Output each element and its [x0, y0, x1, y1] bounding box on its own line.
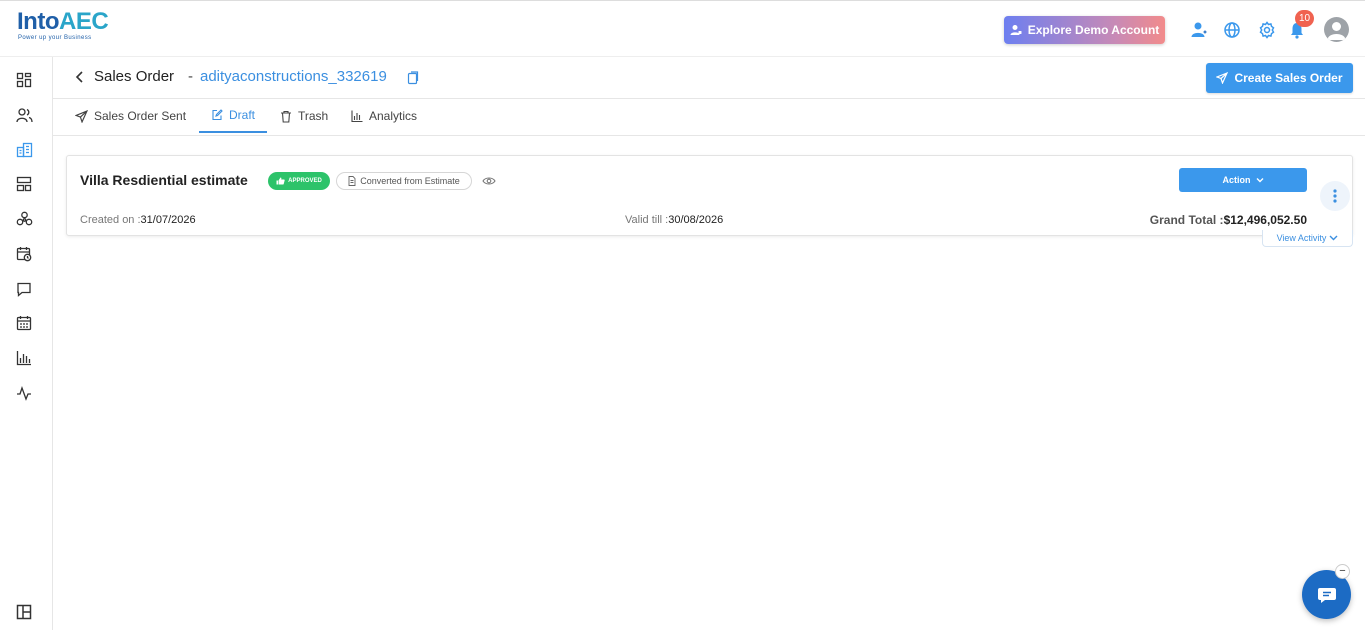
title-separator: - — [188, 68, 193, 85]
tab-label: Trash — [298, 109, 329, 123]
calendar-icon[interactable] — [14, 313, 34, 333]
top-bar: IntoAEC Power up your Business Explore D… — [0, 0, 1365, 57]
chat-minimize-button[interactable]: − — [1335, 564, 1350, 579]
logo-tagline: Power up your Business — [18, 35, 92, 41]
gear-icon[interactable] — [1257, 20, 1277, 40]
action-button[interactable]: Action — [1179, 168, 1307, 192]
avatar[interactable] — [1324, 17, 1349, 42]
chat-bubble-icon — [1317, 587, 1336, 603]
calendar-clock-icon[interactable] — [14, 244, 34, 264]
buildings-icon[interactable] — [14, 140, 34, 160]
status-badge-label: APPROVED — [288, 178, 322, 184]
valid-till: Valid till :30/08/2026 — [625, 214, 724, 226]
sidebar — [0, 57, 53, 630]
tab-label: Analytics — [369, 109, 418, 123]
users-icon[interactable] — [14, 105, 34, 125]
more-options-icon[interactable] — [1320, 181, 1350, 211]
bar-chart-icon[interactable] — [14, 348, 34, 368]
copy-icon[interactable] — [407, 71, 419, 85]
tab-label: Sales Order Sent — [94, 109, 187, 123]
tab-trash[interactable]: Trash — [280, 99, 328, 133]
action-label: Action — [1222, 175, 1251, 185]
status-badge: APPROVED — [268, 172, 330, 190]
send-icon — [1216, 72, 1229, 84]
tab-bar: Sales Order Sent Draft Trash Analytics — [53, 99, 1365, 136]
explore-demo-label: Explore Demo Account — [1027, 23, 1160, 37]
chevron-down-icon — [1256, 178, 1263, 183]
page-title: Sales Order — [94, 68, 175, 85]
source-badge-label: Converted from Estimate — [360, 176, 460, 186]
tab-sales-order-sent[interactable]: Sales Order Sent — [75, 99, 186, 133]
dashboard-icon[interactable] — [14, 70, 34, 90]
logo-text: IntoAEC — [17, 8, 109, 35]
send-icon — [75, 109, 88, 123]
view-activity-label: View Activity — [1276, 233, 1327, 243]
layout-icon[interactable] — [14, 174, 34, 194]
create-sales-order-label: Create Sales Order — [1234, 71, 1343, 85]
company-name[interactable]: adityaconstructions_332619 — [200, 68, 387, 85]
user-demo-icon — [1010, 25, 1022, 35]
create-sales-order-button[interactable]: Create Sales Order — [1206, 63, 1353, 93]
thumbs-up-icon — [276, 177, 285, 185]
notification-badge: 10 — [1295, 10, 1315, 27]
sales-order-card[interactable]: Villa Resdiential estimate APPROVED Conv… — [66, 155, 1353, 236]
panel-layout-icon[interactable] — [14, 602, 34, 622]
source-badge: Converted from Estimate — [336, 172, 472, 190]
globe-icon[interactable] — [1222, 20, 1242, 40]
document-icon — [348, 176, 356, 186]
cluster-icon[interactable] — [14, 209, 34, 229]
eye-icon[interactable] — [482, 175, 496, 187]
created-on: Created on :31/07/2026 — [80, 214, 196, 226]
sales-order-title[interactable]: Villa Resdiential estimate — [80, 172, 248, 188]
chevron-down-icon — [1329, 235, 1338, 241]
view-activity-button[interactable]: View Activity — [1262, 230, 1353, 247]
trash-icon — [281, 110, 291, 123]
activity-icon[interactable] — [14, 383, 34, 403]
back-icon[interactable] — [73, 69, 87, 85]
tab-analytics[interactable]: Analytics — [351, 99, 417, 133]
page-header: Sales Order - adityaconstructions_332619… — [53, 57, 1365, 99]
grand-total: Grand Total :$12,496,052.50 — [1149, 213, 1307, 227]
explore-demo-button[interactable]: Explore Demo Account — [1004, 16, 1165, 44]
chat-icon[interactable] — [14, 279, 34, 299]
edit-icon — [212, 109, 223, 121]
bar-chart-icon — [351, 110, 363, 122]
tab-label: Draft — [229, 108, 256, 122]
logo[interactable]: IntoAEC Power up your Business — [17, 8, 109, 42]
tab-draft[interactable]: Draft — [199, 99, 268, 133]
add-user-icon[interactable] — [1189, 20, 1209, 40]
